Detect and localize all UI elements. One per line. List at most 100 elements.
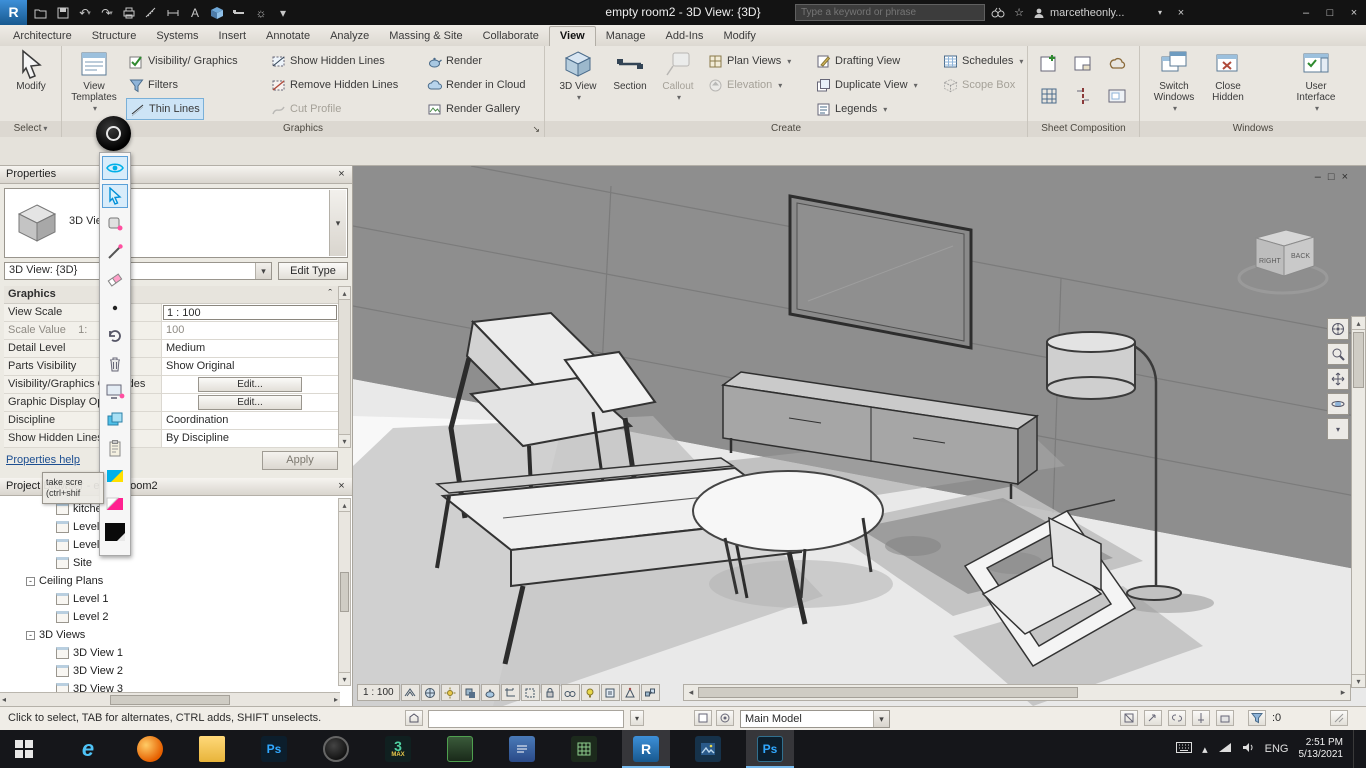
viewcube-side-label[interactable]: BACK xyxy=(1291,253,1310,260)
graphics-group-header[interactable]: Graphics ˆ xyxy=(4,286,338,304)
render-button[interactable]: Render xyxy=(424,50,485,72)
prop-row-parts-visibility[interactable]: Parts Visibility Show Original xyxy=(4,358,338,376)
render-sun-icon[interactable]: ☼ xyxy=(251,3,271,23)
favorites-star-icon[interactable]: ☆ xyxy=(1010,0,1028,25)
view-close-icon[interactable]: × xyxy=(1342,171,1348,183)
tree-item-ceiling-level-1[interactable]: Level 1 xyxy=(0,590,108,608)
graphics-panel-launcher-icon[interactable]: ↘ xyxy=(532,121,540,137)
3d-scene[interactable]: RIGHT BACK xyxy=(353,166,1366,706)
visibility-graphics-button[interactable]: Visibility/ Graphics xyxy=(126,50,241,72)
scroll-right-icon[interactable]: ▸ xyxy=(1336,687,1350,698)
new-sheet-icon[interactable] xyxy=(1036,52,1062,76)
viewcube-front-label[interactable]: RIGHT xyxy=(1259,258,1282,265)
tree-item-3d-view-1[interactable]: 3D View 1 xyxy=(0,644,123,662)
matchline-icon[interactable] xyxy=(1070,84,1096,108)
section-button[interactable]: Section xyxy=(604,48,656,119)
user-interface-button[interactable]: User Interface ▾ xyxy=(1290,48,1342,119)
browser-horizontal-scrollbar[interactable]: ◂ ▸ xyxy=(0,692,340,706)
window-close-button[interactable]: × xyxy=(1342,0,1366,25)
capture-pen-icon[interactable] xyxy=(102,240,128,264)
tree-group-3d-views[interactable]: -3D Views xyxy=(0,626,85,644)
render-gallery-button[interactable]: Render Gallery xyxy=(424,98,523,120)
infocenter-close-icon[interactable]: × xyxy=(1172,0,1190,25)
steering-wheel-icon[interactable] xyxy=(1327,318,1349,340)
taskbar-3dsmax-icon[interactable]: 3 MAX xyxy=(374,730,422,768)
duplicate-view-button[interactable]: Duplicate View ▾ xyxy=(813,74,921,96)
drafting-view-button[interactable]: Drafting View xyxy=(813,50,903,72)
capture-window-icon[interactable] xyxy=(102,408,128,432)
properties-help-link[interactable]: Properties help xyxy=(6,454,80,466)
sun-path-icon[interactable] xyxy=(440,684,460,701)
show-desktop-button[interactable] xyxy=(1353,730,1358,768)
prop-row-vg-overrides[interactable]: Visibility/Graphics Overrides Edit... xyxy=(4,376,338,394)
signed-in-username[interactable]: marcetheonly... xyxy=(1050,0,1150,25)
prop-row-view-scale[interactable]: View Scale 1 : 100 xyxy=(4,304,338,322)
qat-customize-icon[interactable]: ▾ xyxy=(273,3,293,23)
detail-level-icon[interactable] xyxy=(400,684,420,701)
view-restore-icon[interactable]: □ xyxy=(1328,171,1335,183)
callout-button[interactable]: Callout ▾ xyxy=(652,48,704,119)
measure-icon[interactable] xyxy=(141,3,161,23)
view-scale-button[interactable]: 1 : 100 xyxy=(357,684,400,701)
taskbar-photos-icon[interactable] xyxy=(684,730,732,768)
taskbar-green-app-icon[interactable] xyxy=(436,730,484,768)
viewport-horizontal-scrollbar[interactable]: ◂ ▸ xyxy=(683,684,1351,701)
open-icon[interactable] xyxy=(31,3,51,23)
tab-manage[interactable]: Manage xyxy=(596,27,656,46)
discipline-value[interactable]: Coordination xyxy=(162,412,338,429)
touch-keyboard-icon[interactable] xyxy=(1176,742,1193,756)
graphic-display-edit-button[interactable]: Edit... xyxy=(198,395,302,410)
window-minimize-button[interactable]: – xyxy=(1294,0,1318,25)
swatch-black-icon[interactable] xyxy=(102,520,128,544)
close-hidden-button[interactable]: Close Hidden xyxy=(1202,48,1254,119)
properties-title[interactable]: Properties xyxy=(0,166,352,184)
worksets-icon[interactable] xyxy=(405,710,423,726)
elevation-button[interactable]: Elevation ▾ xyxy=(705,74,785,96)
revisions-icon[interactable] xyxy=(1104,52,1130,76)
default-3d-view-icon[interactable] xyxy=(207,3,227,23)
select-links-icon[interactable] xyxy=(1168,710,1186,726)
infocenter-search-input[interactable] xyxy=(795,4,985,21)
design-option-dropdown-icon[interactable]: ▾ xyxy=(873,711,889,727)
tree-group-ceiling-plans[interactable]: - Ceiling Plans xyxy=(0,572,103,590)
filters-button[interactable]: Filters xyxy=(126,74,181,96)
taskbar-capture-tool-icon[interactable] xyxy=(312,730,360,768)
tree-item-ceiling-level-2[interactable]: Level 2 xyxy=(0,608,108,626)
type-selector-dropdown-icon[interactable]: ▾ xyxy=(329,190,346,256)
view-filter-combo[interactable]: 3D View: {3D} ▾ xyxy=(4,262,272,280)
taskbar-file-explorer-icon[interactable] xyxy=(188,730,236,768)
aligned-dimension-icon[interactable] xyxy=(163,3,183,23)
account-person-icon[interactable] xyxy=(1030,0,1048,25)
title-block-icon[interactable] xyxy=(1070,52,1096,76)
tree-item-site[interactable]: Site xyxy=(0,554,92,572)
temporary-hide-isolate-icon[interactable] xyxy=(560,684,580,701)
tab-structure[interactable]: Structure xyxy=(82,27,147,46)
revit-logo[interactable]: R xyxy=(0,0,27,25)
project-browser-close-icon[interactable]: × xyxy=(334,479,349,494)
capture-tool-logo[interactable] xyxy=(96,116,131,151)
window-maximize-button[interactable]: □ xyxy=(1318,0,1342,25)
browser-vertical-scrollbar[interactable]: ▴ ▾ xyxy=(338,498,351,686)
zoom-icon[interactable] xyxy=(1327,343,1349,365)
save-icon[interactable] xyxy=(53,3,73,23)
viewport-vertical-scrollbar[interactable]: ▴ ▾ xyxy=(1351,316,1366,688)
navbar-more-icon[interactable]: ▾ xyxy=(1327,418,1349,440)
prop-row-graphic-display[interactable]: Graphic Display Options Edit... xyxy=(4,394,338,412)
capture-screen-icon[interactable] xyxy=(102,380,128,404)
capture-cursor-icon[interactable] xyxy=(102,184,128,208)
crop-view-icon[interactable] xyxy=(500,684,520,701)
capture-eye-icon[interactable] xyxy=(102,156,128,180)
orbit-icon[interactable] xyxy=(1327,393,1349,415)
show-crop-region-icon[interactable] xyxy=(520,684,540,701)
edit-type-button[interactable]: Edit Type xyxy=(278,262,348,280)
scroll-down-icon[interactable]: ▾ xyxy=(1352,674,1365,687)
properties-close-icon[interactable]: × xyxy=(334,167,349,182)
properties-scrollbar[interactable]: ▴ ▾ xyxy=(338,286,351,448)
apply-button[interactable]: Apply xyxy=(262,451,338,470)
prop-row-detail-level[interactable]: Detail Level Medium xyxy=(4,340,338,358)
shadows-icon[interactable] xyxy=(460,684,480,701)
modify-button[interactable]: Modify xyxy=(5,48,57,119)
taskbar-firefox-icon[interactable] xyxy=(126,730,174,768)
selection-filter-icon[interactable] xyxy=(1248,710,1266,726)
lock-view-icon[interactable] xyxy=(540,684,560,701)
